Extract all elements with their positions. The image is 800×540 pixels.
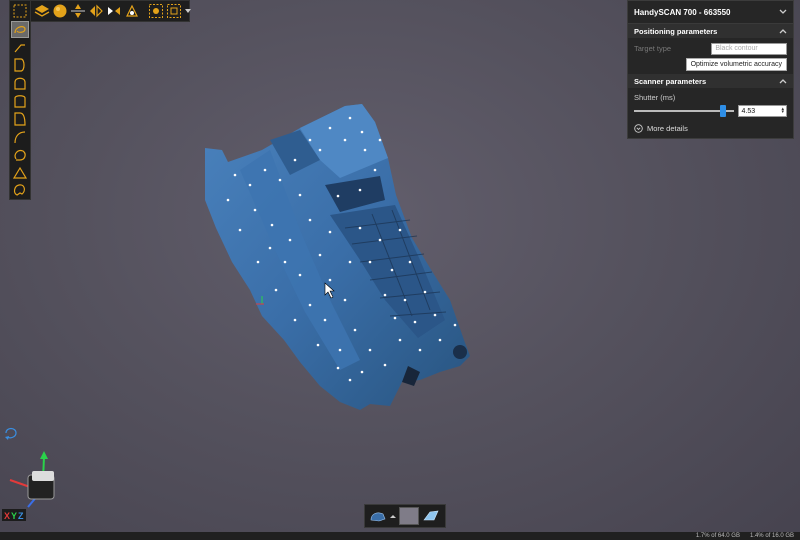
more-details-link[interactable]: More details	[634, 124, 688, 133]
scan-mode-icon[interactable]	[369, 508, 387, 524]
z-axis-label: Z	[18, 511, 24, 521]
chevron-up-icon[interactable]	[779, 28, 787, 34]
chevron-up-icon[interactable]	[779, 78, 787, 84]
scanner-title: HandySCAN 700 - 663550	[634, 7, 731, 17]
x-axis-label: X	[4, 511, 10, 521]
view-cube-top	[32, 471, 54, 481]
cpu-usage: 1.7% of 64.0 GB	[695, 533, 740, 539]
optimize-volumetric-accuracy-button[interactable]: Optimize volumetric accuracy	[685, 58, 787, 71]
scanner-section-header[interactable]: Scanner parameters	[628, 74, 793, 88]
y-axis-arrow-icon	[40, 451, 48, 459]
more-details-label: More details	[647, 123, 688, 133]
chevron-circle-down-icon	[634, 123, 643, 133]
shutter-value-field[interactable]: 4.53 ▴ ▾	[738, 105, 787, 117]
x-axis-line	[9, 479, 31, 488]
scan-mesh	[205, 104, 470, 410]
spinner-icon[interactable]: ▴ ▾	[781, 107, 784, 115]
target-type-field[interactable]: Black contour	[711, 42, 787, 55]
scanner-panel: HandySCAN 700 - 663550 Positioning param…	[627, 0, 794, 139]
axis-gizmo[interactable]: X Y Z	[0, 425, 70, 525]
shutter-value: 4.53	[741, 107, 756, 115]
target-type-label: Target type	[634, 44, 672, 53]
scanner-header: Scanner parameters	[634, 76, 707, 86]
color-swatch-button[interactable]	[399, 507, 419, 525]
positioning-section-header[interactable]: Positioning parameters	[628, 24, 793, 38]
rotate-view-icon[interactable]	[5, 427, 17, 441]
view-controls	[364, 504, 446, 528]
chevron-down-icon[interactable]	[779, 9, 787, 15]
shutter-slider[interactable]	[634, 105, 735, 117]
positioning-header: Positioning parameters	[634, 26, 718, 36]
panel-header[interactable]: HandySCAN 700 - 663550	[628, 1, 793, 24]
surface-display-icon[interactable]	[422, 508, 440, 524]
gpu-usage: 1.4% of 16.0 GB	[749, 533, 794, 539]
shutter-label: Shutter (ms)	[634, 92, 676, 102]
chevron-up-icon[interactable]	[390, 508, 396, 524]
status-bar: 1.7% of 64.0 GB 1.4% of 16.0 GB	[0, 532, 800, 540]
y-axis-label: Y	[11, 511, 17, 521]
shutter-slider-handle[interactable]	[720, 105, 727, 117]
